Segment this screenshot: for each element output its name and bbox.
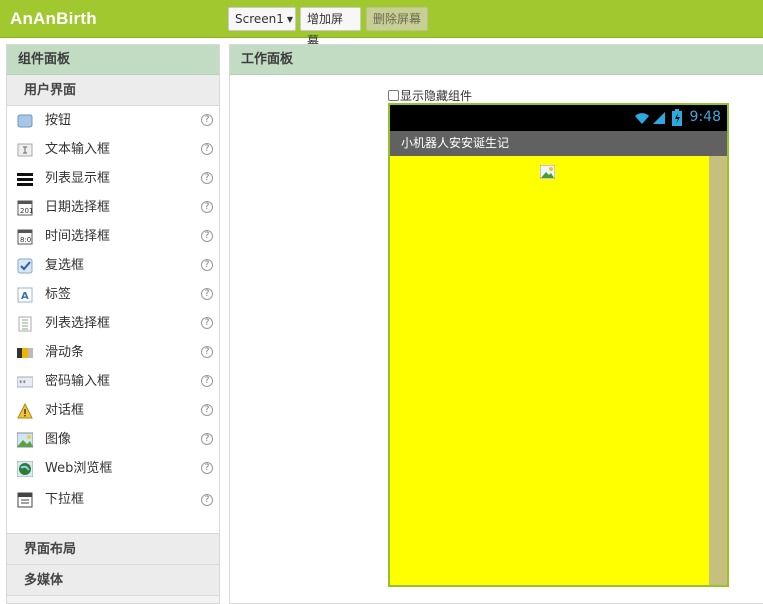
palette-item-datepicker[interactable]: 201 日期选择框 ? bbox=[7, 193, 219, 222]
help-icon[interactable]: ? bbox=[201, 462, 213, 474]
help-icon[interactable]: ? bbox=[201, 259, 213, 271]
palette-item-label: 文本输入框 bbox=[45, 142, 111, 157]
image-icon bbox=[17, 432, 33, 448]
help-icon[interactable]: ? bbox=[201, 346, 213, 358]
wifi-icon bbox=[635, 113, 649, 124]
palette-item-timepicker[interactable]: 8:0 时间选择框 ? bbox=[7, 222, 219, 251]
palette-item-label: 时间选择框 bbox=[45, 229, 111, 244]
palette-item-listview[interactable]: 列表显示框 ? bbox=[7, 164, 219, 193]
image-placeholder-icon[interactable] bbox=[540, 165, 555, 179]
palette-item-label: 复选框 bbox=[45, 258, 85, 273]
phone-preview[interactable]: 9:48 小机器人安安诞生记 bbox=[388, 103, 729, 587]
listview-icon bbox=[17, 173, 33, 186]
help-icon[interactable]: ? bbox=[201, 433, 213, 445]
palette-item-label: Web浏览框 bbox=[45, 461, 113, 476]
palette-item-label: 图像 bbox=[45, 432, 72, 447]
battery-icon bbox=[672, 109, 682, 126]
palette-item-notifier[interactable]: 对话框 ? bbox=[7, 396, 219, 425]
timepicker-icon: 8:0 bbox=[17, 229, 33, 245]
palette-item-list: 按钮 ? 文本输入框 ? 列表显示框 ? 201 日期选择框 ? 8:0 时间选… bbox=[7, 106, 219, 534]
palette-item-label: 列表显示框 bbox=[45, 171, 111, 186]
app-title: AnAnBirth bbox=[10, 9, 97, 28]
remove-screen-button[interactable]: 删除屏幕 bbox=[366, 7, 428, 31]
textbox-icon bbox=[17, 143, 33, 157]
listpicker-icon bbox=[18, 316, 32, 332]
palette-item-checkbox[interactable]: 复选框 ? bbox=[7, 251, 219, 280]
screen-canvas[interactable] bbox=[390, 156, 727, 585]
svg-text:A: A bbox=[21, 291, 29, 302]
palette-item-label: 列表选择框 bbox=[45, 316, 111, 331]
palette-item-image[interactable]: 图像 ? bbox=[7, 425, 219, 454]
palette-item-button[interactable]: 按钮 ? bbox=[7, 106, 219, 135]
palette-item-webviewer[interactable]: Web浏览框 ? bbox=[7, 454, 219, 483]
palette-item-slider[interactable]: 滑动条 ? bbox=[7, 338, 219, 367]
top-bar: AnAnBirth Screen1 ▼ 增加屏幕 删除屏幕 bbox=[0, 0, 763, 48]
help-icon[interactable]: ? bbox=[201, 404, 213, 416]
help-icon[interactable]: ? bbox=[201, 375, 213, 387]
notifier-icon bbox=[17, 403, 33, 419]
svg-text:**: ** bbox=[19, 379, 27, 387]
show-hidden-components-toggle[interactable]: 显示隐藏组件 bbox=[388, 88, 472, 104]
palette-item-textbox[interactable]: 文本输入框 ? bbox=[7, 135, 219, 164]
show-hidden-label: 显示隐藏组件 bbox=[400, 89, 473, 103]
help-icon[interactable]: ? bbox=[201, 172, 213, 184]
phone-status-bar: 9:48 bbox=[390, 105, 727, 131]
button-icon bbox=[17, 114, 33, 128]
palette-item-label: 按钮 bbox=[45, 113, 72, 128]
slider-icon bbox=[17, 348, 33, 358]
help-icon[interactable]: ? bbox=[201, 230, 213, 242]
palette-item-label: 对话框 bbox=[45, 403, 85, 418]
category-layout[interactable]: 界面布局 bbox=[7, 534, 219, 565]
help-icon[interactable]: ? bbox=[201, 317, 213, 329]
palette-item-password[interactable]: ** 密码输入框 ? bbox=[7, 367, 219, 396]
signal-icon bbox=[653, 112, 665, 124]
palette-item-listpicker[interactable]: 列表选择框 ? bbox=[7, 309, 219, 338]
palette-item-label: 密码输入框 bbox=[45, 374, 111, 389]
help-icon[interactable]: ? bbox=[201, 201, 213, 213]
chevron-down-icon: ▼ bbox=[286, 15, 294, 24]
category-user-interface[interactable]: 用户界面 bbox=[7, 75, 219, 106]
screen-select[interactable]: Screen1 ▼ bbox=[228, 7, 296, 31]
component-palette: 组件面板 用户界面 按钮 ? 文本输入框 ? 列表显示框 ? 201 日期选择框… bbox=[6, 44, 220, 604]
show-hidden-checkbox[interactable] bbox=[388, 90, 399, 101]
svg-text:8:0: 8:0 bbox=[20, 236, 31, 244]
help-icon[interactable]: ? bbox=[201, 143, 213, 155]
checkbox-icon bbox=[17, 258, 33, 274]
add-screen-button[interactable]: 增加屏幕 bbox=[300, 7, 361, 48]
palette-item-spinner[interactable]: 下拉框 ? bbox=[7, 483, 219, 517]
webviewer-icon bbox=[17, 461, 33, 477]
viewer-panel: 工作面板 显示隐藏组件 9:48 小机器人安安诞生记 bbox=[229, 44, 763, 604]
palette-item-label: 日期选择框 bbox=[45, 200, 111, 215]
help-icon[interactable]: ? bbox=[201, 114, 213, 126]
help-icon[interactable]: ? bbox=[201, 494, 213, 506]
palette-header: 组件面板 bbox=[7, 45, 219, 75]
svg-text:201: 201 bbox=[20, 207, 33, 215]
status-time: 9:48 bbox=[689, 109, 721, 125]
palette-item-label[interactable]: A 标签 ? bbox=[7, 280, 219, 309]
label-icon: A bbox=[17, 287, 33, 303]
category-media[interactable]: 多媒体 bbox=[7, 565, 219, 596]
screen-select-label: Screen1 bbox=[235, 12, 284, 26]
password-icon: ** bbox=[17, 376, 33, 388]
palette-item-label: 标签 bbox=[45, 287, 72, 302]
palette-item-label: 滑动条 bbox=[45, 345, 85, 360]
spinner-icon bbox=[17, 492, 33, 508]
viewer-header: 工作面板 bbox=[230, 45, 763, 75]
help-icon[interactable]: ? bbox=[201, 288, 213, 300]
screen-scrollbar[interactable] bbox=[709, 156, 727, 585]
datepicker-icon: 201 bbox=[17, 200, 33, 216]
palette-item-label: 下拉框 bbox=[45, 492, 85, 507]
screen-title-bar: 小机器人安安诞生记 bbox=[390, 131, 727, 156]
